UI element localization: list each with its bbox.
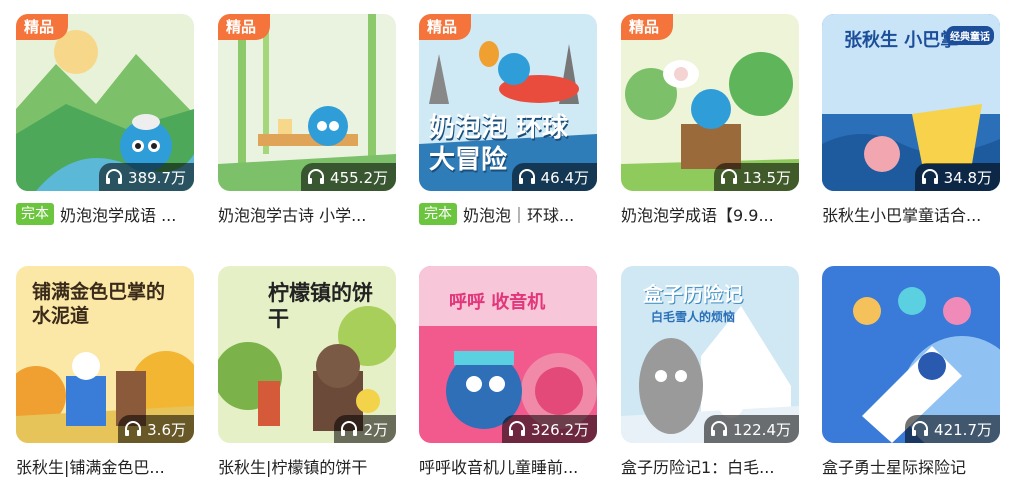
cover-title-text: 盒子历险记	[643, 282, 743, 306]
play-count: 389.7万	[99, 163, 194, 191]
play-count: 2万	[334, 415, 396, 443]
play-count: 421.7万	[905, 415, 1000, 443]
play-count: 13.5万	[713, 163, 799, 191]
album-title[interactable]: 呼呼收音机儿童睡前...	[419, 454, 578, 478]
album-cover[interactable]: 421.7万	[822, 266, 1000, 443]
album-cover[interactable]: 盒子历险记 白毛雪人的烦恼 122.4万	[621, 266, 799, 443]
play-count-value: 2万	[363, 420, 388, 439]
play-count-value: 455.2万	[330, 168, 388, 187]
headphones-icon	[912, 421, 929, 436]
album-title[interactable]: 奶泡泡学成语【9.9...	[621, 202, 774, 226]
album-cover[interactable]: 精品 奶泡泡 环球大冒险 46.4万	[419, 14, 597, 191]
album-card[interactable]: 盒子历险记 白毛雪人的烦恼 122.4万 盒子历险记1：白毛...	[621, 266, 799, 479]
album-title[interactable]: 盒子勇士星际探险记	[822, 454, 966, 478]
album-cover[interactable]: 呼呼 收音机 326.2万	[419, 266, 597, 443]
cover-subtitle: 白毛雪人的烦恼	[651, 310, 736, 324]
album-card[interactable]: 张秋生 小巴掌 经典童话 34.8万 张秋生小巴掌童话合...	[822, 14, 1000, 227]
album-cover[interactable]: 铺满金色巴掌的水泥道 3.6万	[16, 266, 194, 443]
play-count-value: 46.4万	[540, 168, 589, 187]
play-count-value: 326.2万	[531, 420, 589, 439]
cover-tag: 经典童话	[946, 26, 994, 45]
play-count-value: 389.7万	[128, 168, 186, 187]
headphones-icon	[921, 169, 938, 184]
headphones-icon	[711, 421, 728, 436]
play-count: 34.8万	[914, 163, 1000, 191]
album-grid: 精品 389.7万 完本 奶泡泡学成语 ... 精品 455.2万 奶泡泡学古诗…	[0, 0, 1024, 492]
cover-title-text: 柠檬镇的饼干	[268, 281, 373, 331]
play-count-value: 13.5万	[742, 168, 791, 187]
headphones-icon	[720, 169, 737, 184]
cover-title-text: 呼呼 收音机	[449, 292, 546, 313]
album-card[interactable]: 呼呼 收音机 326.2万 呼呼收音机儿童睡前...	[419, 266, 597, 479]
headphones-icon	[308, 169, 325, 184]
headphones-icon	[509, 421, 526, 436]
album-title[interactable]: 张秋生|铺满金色巴...	[16, 454, 165, 478]
album-card[interactable]: 精品 455.2万 奶泡泡学古诗 小学...	[218, 14, 396, 227]
play-count-value: 34.8万	[943, 168, 992, 187]
headphones-icon	[341, 421, 358, 436]
album-title[interactable]: 奶泡泡学古诗 小学...	[218, 202, 366, 226]
premium-badge: 精品	[419, 14, 472, 40]
play-count: 46.4万	[511, 163, 597, 191]
premium-badge: 精品	[218, 14, 271, 40]
play-count: 326.2万	[502, 415, 597, 443]
album-card[interactable]: 精品 389.7万 完本 奶泡泡学成语 ...	[16, 14, 194, 227]
premium-badge: 精品	[621, 14, 674, 40]
album-cover[interactable]: 精品 455.2万	[218, 14, 396, 191]
play-count: 3.6万	[118, 415, 194, 443]
album-card[interactable]: 精品 奶泡泡 环球大冒险 46.4万 完本 奶泡泡｜环球...	[419, 14, 597, 227]
headphones-icon	[125, 421, 142, 436]
complete-badge: 完本	[419, 203, 457, 225]
album-cover[interactable]: 精品 389.7万	[16, 14, 194, 191]
album-cover[interactable]: 精品 13.5万	[621, 14, 799, 191]
album-card[interactable]: 精品 13.5万 奶泡泡学成语【9.9...	[621, 14, 799, 227]
headphones-icon	[106, 169, 123, 184]
cover-title-text: 张秋生 小巴掌	[844, 30, 959, 51]
album-cover[interactable]: 张秋生 小巴掌 经典童话 34.8万	[822, 14, 1000, 191]
play-count: 122.4万	[704, 415, 799, 443]
cover-title-text: 铺满金色巴掌的水泥道	[32, 281, 166, 327]
album-cover[interactable]: 柠檬镇的饼干 2万	[218, 266, 396, 443]
album-title[interactable]: 张秋生小巴掌童话合...	[822, 202, 981, 226]
play-count-value: 122.4万	[733, 420, 791, 439]
album-title[interactable]: 奶泡泡｜环球...	[463, 202, 574, 226]
premium-badge: 精品	[16, 14, 69, 40]
album-title[interactable]: 奶泡泡学成语 ...	[60, 202, 176, 226]
headphones-icon	[518, 169, 535, 184]
album-title[interactable]: 张秋生|柠檬镇的饼干	[218, 454, 367, 478]
album-card[interactable]: 铺满金色巴掌的水泥道 3.6万 张秋生|铺满金色巴...	[16, 266, 194, 479]
play-count-value: 3.6万	[147, 420, 186, 439]
play-count: 455.2万	[301, 163, 396, 191]
album-card[interactable]: 421.7万 盒子勇士星际探险记	[822, 266, 1000, 479]
album-title[interactable]: 盒子历险记1：白毛...	[621, 454, 774, 478]
complete-badge: 完本	[16, 203, 54, 225]
play-count-value: 421.7万	[934, 420, 992, 439]
album-card[interactable]: 柠檬镇的饼干 2万 张秋生|柠檬镇的饼干	[218, 266, 396, 479]
